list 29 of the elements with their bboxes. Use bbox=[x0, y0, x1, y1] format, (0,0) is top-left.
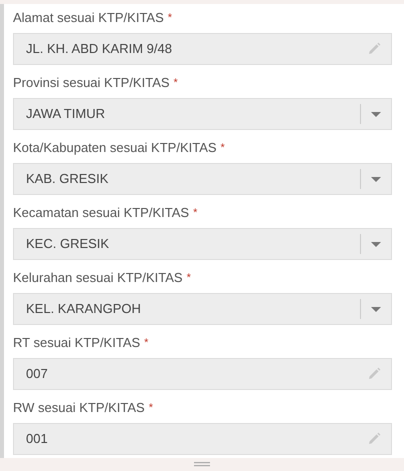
pencil-icon bbox=[367, 367, 381, 381]
pencil-icon bbox=[367, 42, 381, 56]
caret-icon bbox=[371, 176, 381, 182]
required-mark: * bbox=[186, 271, 191, 286]
dropdown-field[interactable]: KEL. KARANGPOH bbox=[13, 293, 392, 325]
required-mark: * bbox=[193, 206, 198, 221]
field-label: Kota/Kabupaten sesuai KTP/KITAS bbox=[13, 139, 217, 157]
dropdown-field[interactable]: JAWA TIMUR bbox=[13, 98, 392, 130]
caret-icon bbox=[371, 112, 381, 116]
dropdown-field[interactable]: KEC. GRESIK bbox=[13, 228, 392, 260]
required-mark: * bbox=[220, 141, 225, 156]
resize-handle-icon[interactable] bbox=[194, 462, 210, 467]
text-field[interactable]: JL. KH. ABD KARIM 9/48 bbox=[13, 33, 392, 65]
text-field[interactable]: 007 bbox=[13, 358, 392, 390]
required-mark: * bbox=[144, 336, 148, 351]
field-label: RW sesuai KTP/KITAS bbox=[13, 399, 145, 417]
field-label: Kecamatan sesuai KTP/KITAS bbox=[13, 204, 190, 222]
caret-icon bbox=[371, 242, 381, 246]
pencil-icon bbox=[367, 432, 381, 446]
field-label: Provinsi sesuai KTP/KITAS bbox=[13, 74, 170, 92]
required-mark: * bbox=[174, 76, 178, 91]
field-label: Alamat sesuai KTP/KITAS bbox=[13, 9, 164, 27]
required-mark: * bbox=[168, 11, 172, 26]
caret-icon bbox=[371, 306, 381, 312]
field-label: Kelurahan sesuai KTP/KITAS bbox=[13, 269, 183, 287]
required-mark: * bbox=[148, 401, 154, 416]
text-field[interactable]: 001 bbox=[13, 423, 392, 455]
field-label: RT sesuai KTP/KITAS bbox=[13, 334, 140, 352]
dropdown-field[interactable]: KAB. GRESIK bbox=[13, 163, 392, 195]
